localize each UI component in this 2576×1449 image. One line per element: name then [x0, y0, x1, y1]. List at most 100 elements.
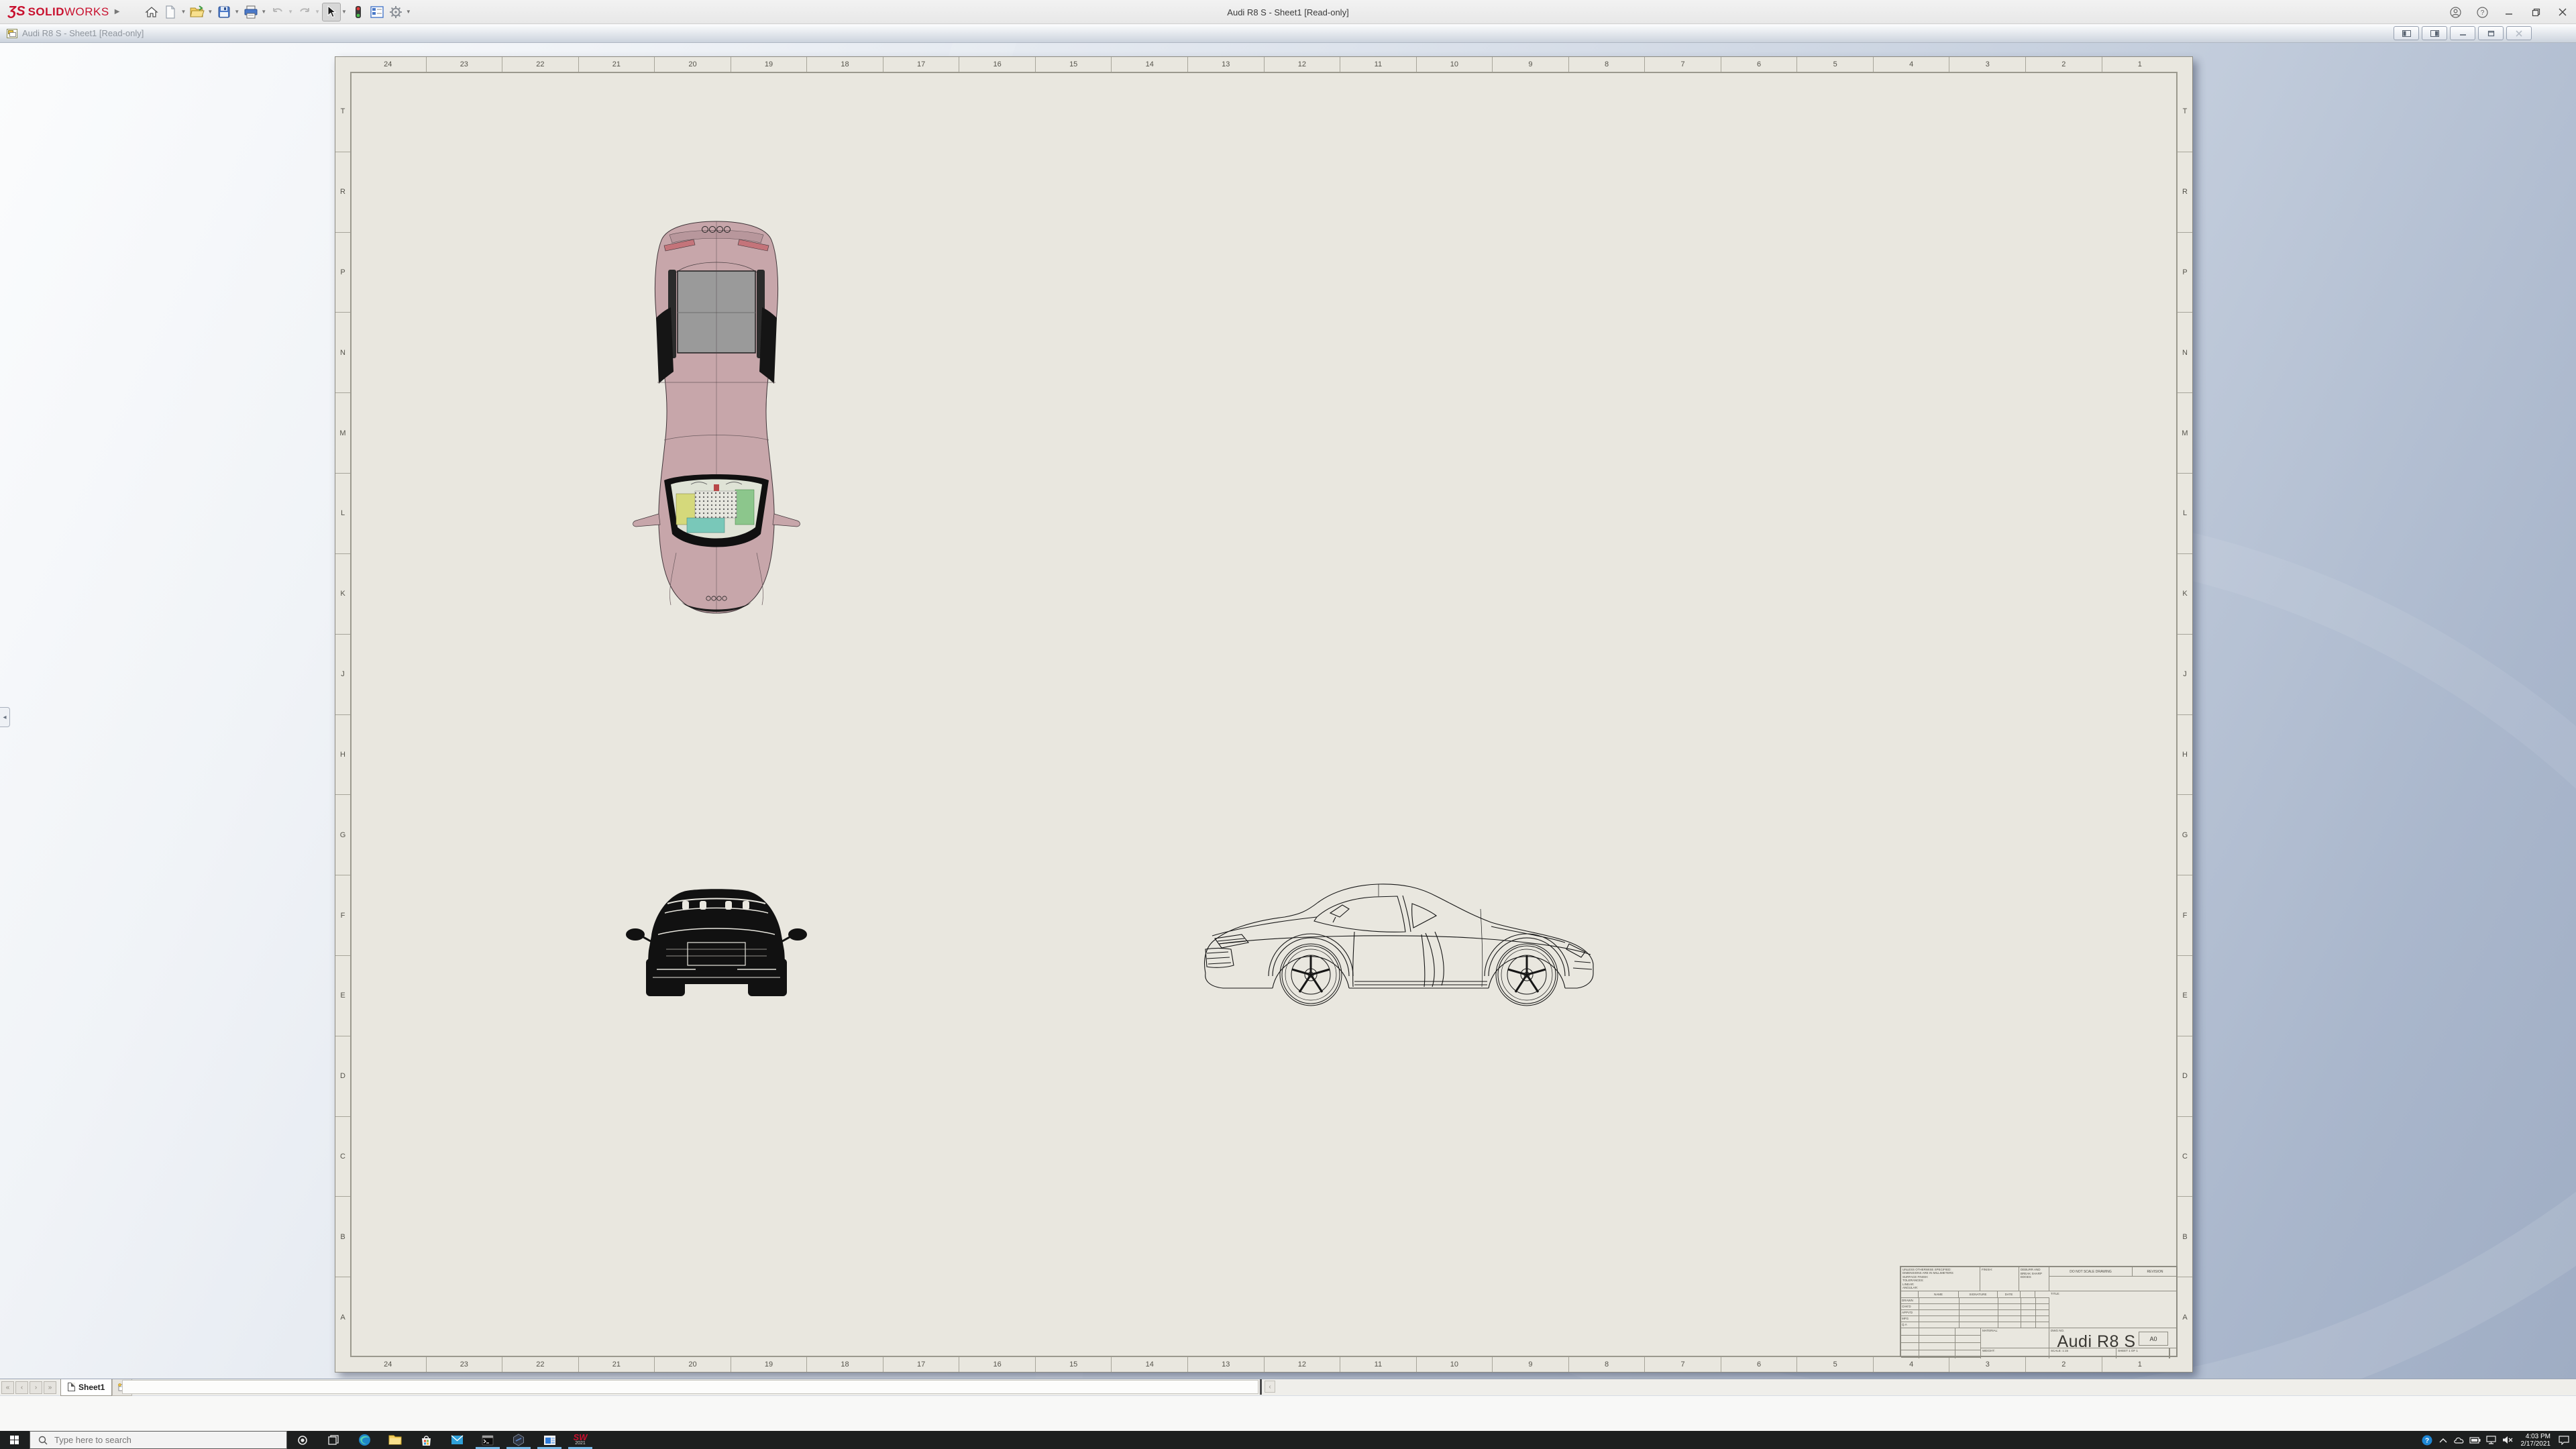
drawing-view-side[interactable] — [1199, 874, 1601, 1012]
taskbar-solidworks-button[interactable]: SW2021 — [565, 1431, 596, 1449]
select-dropdown-arrow[interactable]: ▼ — [341, 9, 347, 15]
open-dropdown-arrow[interactable]: ▼ — [207, 9, 213, 15]
drawing-view-top[interactable] — [629, 217, 804, 614]
view-stoplight-button[interactable] — [349, 3, 368, 21]
zone-column-label: 23 — [426, 1357, 502, 1372]
previous-sheet-button[interactable]: ‹ — [15, 1381, 28, 1394]
zone-column-label: 15 — [1035, 57, 1112, 72]
next-sheet-button[interactable]: › — [30, 1381, 42, 1394]
restore-button[interactable] — [2522, 0, 2549, 24]
minimize-button[interactable] — [2496, 0, 2522, 24]
toggle-right-pane-button[interactable] — [2422, 26, 2447, 40]
redo-dropdown-arrow[interactable]: ▼ — [315, 9, 320, 15]
menu-expand-arrow-icon[interactable]: ▶ — [115, 8, 120, 15]
drawing-view-front[interactable] — [626, 878, 807, 998]
save-dropdown-arrow[interactable]: ▼ — [234, 9, 239, 15]
redo-button[interactable] — [295, 3, 314, 21]
doc-minimize-button[interactable] — [2450, 26, 2475, 40]
document-title-text: Audi R8 S - Sheet1 [Read-only] — [22, 28, 144, 38]
graphics-area[interactable]: ◂ 24232221201918171615141312111098765432… — [0, 43, 2576, 1379]
stoplight-icon — [354, 5, 362, 19]
document-window-bar: Audi R8 S - Sheet1 [Read-only] — [0, 24, 2576, 43]
taskbar-mail-button[interactable] — [441, 1431, 472, 1449]
windows-logo-icon — [10, 1436, 19, 1445]
zone-row-label: P — [2178, 232, 2192, 313]
taskbar-window-app-button[interactable] — [534, 1431, 565, 1449]
tray-onedrive-button[interactable] — [2451, 1431, 2467, 1449]
tray-battery-button[interactable] — [2467, 1431, 2483, 1449]
collapsed-panel-arrow[interactable]: ◂ — [0, 707, 10, 727]
taskbar-clock[interactable]: 4:03 PM 2/17/2021 — [2521, 1433, 2551, 1448]
zone-row-label: F — [335, 875, 350, 955]
undo-dropdown-arrow[interactable]: ▼ — [288, 9, 293, 15]
display-pane-button[interactable] — [368, 3, 386, 21]
horizontal-scrollbar[interactable] — [122, 1380, 1258, 1394]
undo-button[interactable] — [268, 3, 287, 21]
new-dropdown-arrow[interactable]: ▼ — [180, 9, 186, 15]
taskbar-hexagon-app-button[interactable] — [503, 1431, 534, 1449]
options-button[interactable] — [386, 3, 405, 21]
action-center-button[interactable] — [2556, 1431, 2572, 1449]
tray-network-button[interactable] — [2483, 1431, 2500, 1449]
select-cursor-icon — [326, 5, 337, 19]
select-tool-button[interactable] — [322, 3, 341, 21]
scale-cell: SCALE: 1:15 — [2049, 1348, 2116, 1358]
command-prompt-icon — [482, 1435, 494, 1446]
spare-rows-grid — [1901, 1328, 1981, 1358]
zone-column-label: 2 — [2025, 57, 2102, 72]
zone-row-label: L — [2178, 473, 2192, 553]
zone-column-label: 9 — [1492, 1357, 1568, 1372]
zone-column-label: 17 — [883, 1357, 959, 1372]
minimize-icon — [2505, 8, 2513, 16]
print-button[interactable] — [241, 3, 260, 21]
splitter-collapse-arrow[interactable]: ‹ — [1265, 1381, 1275, 1393]
taskbar-command-prompt-button[interactable] — [472, 1431, 503, 1449]
drawing-sheet[interactable]: 242322212019181716151413121110987654321 … — [335, 56, 2193, 1373]
tray-volume-button[interactable] — [2500, 1431, 2516, 1449]
zone-row-label: B — [2178, 1196, 2192, 1277]
help-button[interactable]: ? — [2469, 0, 2496, 24]
hexagon-app-icon — [513, 1434, 525, 1446]
last-sheet-button[interactable]: » — [44, 1381, 56, 1394]
title-label: TITLE: — [2049, 1291, 2178, 1297]
zone-row-label: P — [335, 232, 350, 313]
first-sheet-button[interactable]: « — [1, 1381, 14, 1394]
solidworks-logo-icon: ƷS — [8, 4, 25, 19]
doc-close-icon — [2516, 30, 2522, 37]
zone-column-label: 4 — [1873, 1357, 1949, 1372]
toggle-left-pane-button[interactable] — [2394, 26, 2419, 40]
taskbar-edge-button[interactable] — [349, 1431, 380, 1449]
close-button[interactable] — [2549, 0, 2576, 24]
taskbar-store-button[interactable] — [411, 1431, 441, 1449]
taskbar-search[interactable] — [30, 1431, 287, 1449]
taskbar-file-explorer-button[interactable] — [380, 1431, 411, 1449]
zone-column-label: 14 — [1111, 57, 1187, 72]
print-dropdown-arrow[interactable]: ▼ — [261, 9, 266, 15]
save-button[interactable] — [215, 3, 233, 21]
zone-column-label: 22 — [502, 1357, 578, 1372]
taskbar-search-input[interactable] — [53, 1434, 254, 1446]
sheet-tab-sheet1[interactable]: Sheet1 — [60, 1379, 112, 1396]
open-button[interactable] — [188, 3, 207, 21]
clock-date: 2/17/2021 — [2521, 1440, 2551, 1448]
account-button[interactable] — [2442, 0, 2469, 24]
zone-row-label: G — [335, 794, 350, 875]
start-button[interactable] — [0, 1431, 30, 1449]
onedrive-icon — [2453, 1436, 2465, 1444]
new-document-button[interactable] — [161, 3, 180, 21]
tray-help-button[interactable]: ? — [2419, 1431, 2435, 1449]
undo-icon — [271, 6, 284, 18]
home-button[interactable] — [142, 3, 161, 21]
options-dropdown-arrow[interactable]: ▼ — [406, 9, 411, 15]
task-view-button[interactable] — [318, 1431, 349, 1449]
tray-overflow-chevron[interactable] — [2435, 1431, 2451, 1449]
zone-row-label: H — [335, 714, 350, 795]
title-block: UNLESS OTHERWISE SPECIFIED:DIMENSIONS AR… — [1900, 1266, 2178, 1357]
pane-splitter[interactable] — [1260, 1379, 1262, 1395]
zone-column-label: 6 — [1721, 57, 1797, 72]
zone-column-label: 16 — [959, 57, 1035, 72]
doc-restore-button[interactable] — [2478, 26, 2504, 40]
scale-label: SCALE: 1:15 — [2049, 1348, 2116, 1354]
doc-close-button[interactable] — [2506, 26, 2532, 40]
cortana-button[interactable] — [287, 1431, 318, 1449]
